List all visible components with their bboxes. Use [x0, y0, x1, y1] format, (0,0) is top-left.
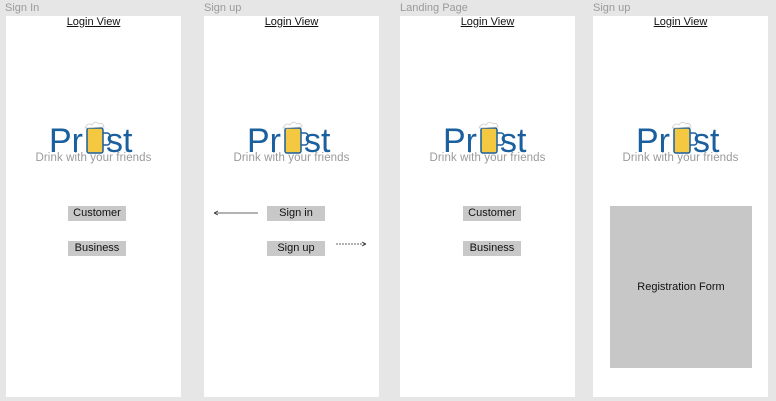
customer-button[interactable]: Customer [68, 206, 126, 221]
svg-text:Pr: Pr [49, 122, 83, 155]
business-button[interactable]: Business [68, 241, 126, 256]
login-view-link[interactable]: Login View [6, 16, 181, 29]
login-view-link[interactable]: Login View [593, 16, 768, 29]
registration-form-label: Registration Form [637, 281, 725, 293]
business-button[interactable]: Business [463, 241, 521, 256]
sign-up-button[interactable]: Sign up [267, 241, 325, 256]
prost-logo: Pr st [400, 119, 575, 155]
svg-text:st: st [693, 122, 720, 155]
svg-text:Pr: Pr [443, 122, 477, 155]
svg-text:Pr: Pr [636, 122, 670, 155]
artboard-landing-page: Login View Pr st Drink with your friends… [400, 16, 575, 397]
artboard-sign-up: Login View Pr st Drink with your friends… [204, 16, 379, 397]
logo-tagline: Drink with your friends [622, 152, 739, 164]
customer-button[interactable]: Customer [463, 206, 521, 221]
svg-text:st: st [304, 122, 331, 155]
prost-logo: Pr st [6, 119, 181, 155]
flow-arrow-left [213, 210, 258, 216]
logo-tagline: Drink with your friends [35, 152, 152, 164]
logo-tagline: Drink with your friends [233, 152, 350, 164]
artboard-title-landing-page: Landing Page [400, 2, 468, 14]
flow-arrow-right [336, 241, 367, 247]
login-view-link[interactable]: Login View [204, 16, 379, 29]
artboard-title-sign-up-registration: Sign up [593, 2, 631, 14]
prost-logo: Pr st [593, 119, 768, 155]
registration-form[interactable]: Registration Form [610, 206, 752, 368]
prost-logo: Pr st [204, 119, 379, 155]
logo-tagline: Drink with your friends [429, 152, 546, 164]
svg-text:Pr: Pr [247, 122, 281, 155]
artboard-sign-up-registration: Login View Pr st Drink with your friends… [593, 16, 768, 397]
svg-text:st: st [106, 122, 133, 155]
svg-text:st: st [500, 122, 527, 155]
artboard-title-sign-in: Sign In [5, 2, 40, 14]
artboard-title-sign-up: Sign up [204, 2, 242, 14]
artboard-sign-in: Login View Pr st Drink with your friends… [6, 16, 181, 397]
sign-in-button[interactable]: Sign in [267, 206, 325, 221]
login-view-link[interactable]: Login View [400, 16, 575, 29]
